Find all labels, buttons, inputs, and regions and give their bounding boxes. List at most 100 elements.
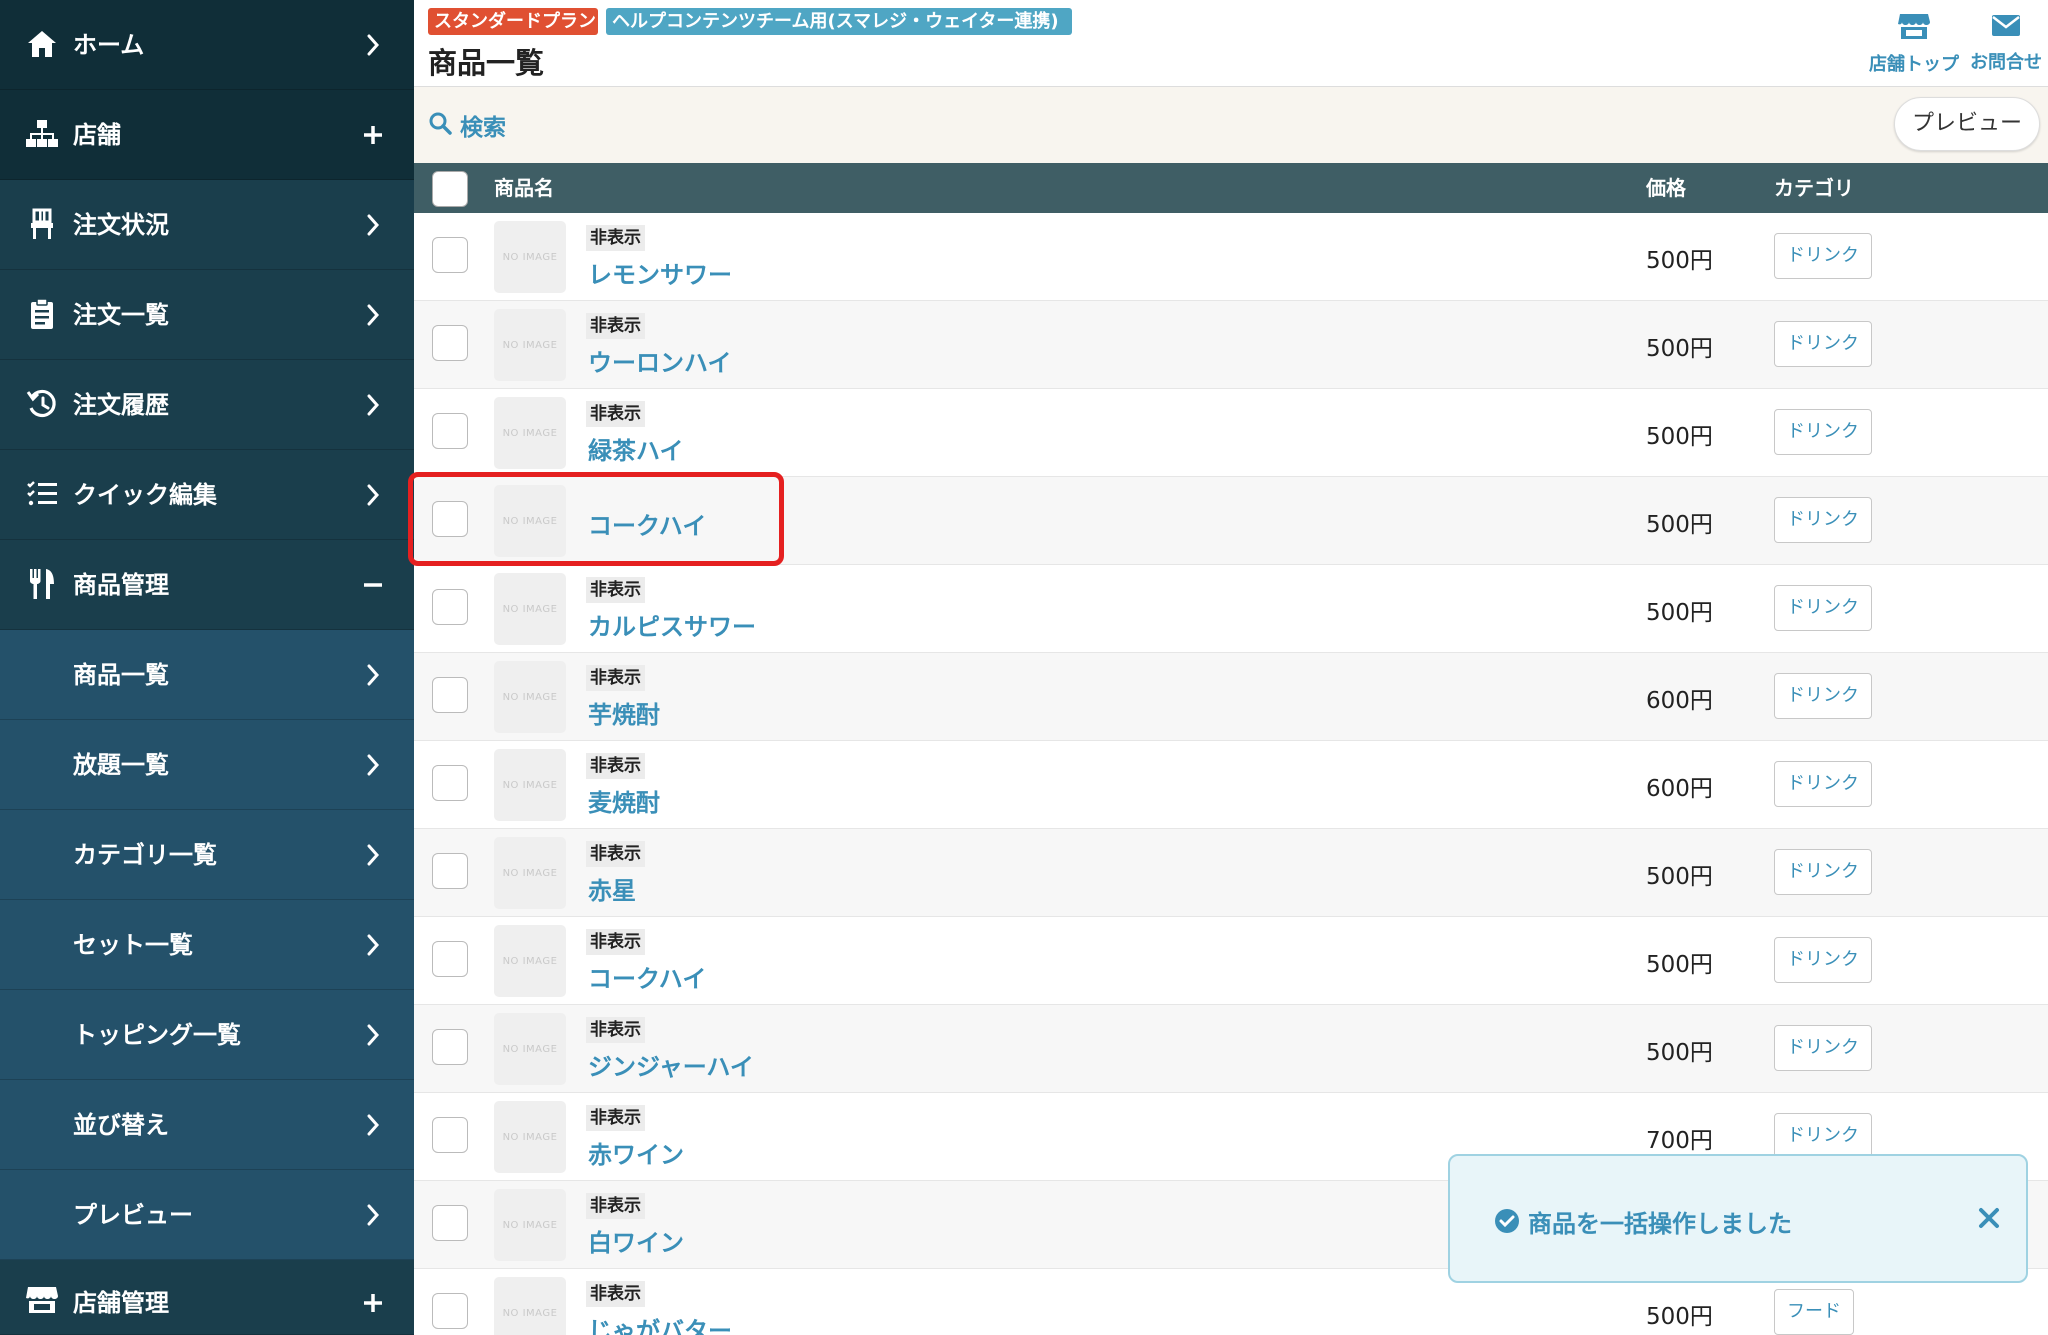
- hidden-badge: 非表示: [586, 753, 645, 779]
- product-name-link[interactable]: 赤星: [588, 871, 636, 906]
- sidebar-item-label: 注文履歴: [73, 391, 169, 419]
- page-header: スタンダードプラン ヘルプコンテンツチーム用(スマレジ・ウェイター連携) 商品一…: [414, 0, 2048, 87]
- no-image-thumbnail: NO IMAGE: [494, 397, 566, 469]
- category-badge: ドリンク: [1774, 673, 1872, 719]
- chevron-right-icon: [358, 390, 388, 420]
- column-header-category: カテゴリ: [1774, 176, 1854, 200]
- search-toggle[interactable]: 検索: [428, 109, 506, 141]
- sidebar-item-preview[interactable]: プレビュー: [0, 1170, 414, 1260]
- plus-icon: [358, 120, 388, 150]
- product-name-link[interactable]: 白ワイン: [588, 1223, 684, 1258]
- store-top-button[interactable]: 店舗トップ: [1864, 12, 1964, 75]
- sidebar-item-store[interactable]: 店舗: [0, 90, 414, 180]
- product-name-link[interactable]: 赤ワイン: [588, 1135, 684, 1170]
- row-checkbox[interactable]: [432, 1029, 468, 1065]
- no-image-thumbnail: NO IMAGE: [494, 837, 566, 909]
- row-checkbox[interactable]: [432, 941, 468, 977]
- product-name-link[interactable]: カルピスサワー: [588, 607, 756, 642]
- product-price: 600円: [1646, 688, 1713, 714]
- product-price: 600円: [1646, 776, 1713, 802]
- product-name-link[interactable]: 緑茶ハイ: [588, 431, 684, 466]
- hidden-badge: 非表示: [586, 1193, 645, 1219]
- product-name-link[interactable]: じゃがバター: [588, 1311, 732, 1335]
- sidebar-item-order-history[interactable]: 注文履歴: [0, 360, 414, 450]
- store-icon: [24, 1282, 60, 1318]
- product-name-link[interactable]: ウーロンハイ: [588, 343, 732, 378]
- sidebar-item-product-list[interactable]: 商品一覧: [0, 630, 414, 720]
- category-badge: ドリンク: [1774, 761, 1872, 807]
- list-check-icon: [24, 476, 60, 512]
- success-toast: 商品を一括操作しました: [1448, 1154, 2028, 1283]
- product-name-link[interactable]: ジンジャーハイ: [588, 1047, 754, 1082]
- table-row: NO IMAGE 非表示 ジンジャーハイ 500円 ドリンク: [414, 1005, 2048, 1093]
- product-name-link[interactable]: 芋焼酎: [588, 695, 660, 730]
- search-bar: 検索 プレビュー: [414, 87, 2048, 163]
- sidebar-item-sort[interactable]: 並び替え: [0, 1080, 414, 1170]
- row-checkbox[interactable]: [432, 325, 468, 361]
- product-name-link[interactable]: 麦焼酎: [588, 783, 660, 818]
- plus-icon: [358, 1288, 388, 1318]
- table-row: NO IMAGE 非表示 芋焼酎 600円 ドリンク: [414, 653, 2048, 741]
- row-checkbox[interactable]: [432, 677, 468, 713]
- product-price: 500円: [1646, 336, 1713, 362]
- row-checkbox[interactable]: [432, 1117, 468, 1153]
- sidebar-item-home[interactable]: ホーム: [0, 0, 414, 90]
- sidebar-item-label: 商品管理: [73, 571, 169, 599]
- sidebar-item-label: 注文状況: [73, 211, 169, 239]
- row-checkbox[interactable]: [432, 1205, 468, 1241]
- category-badge: ドリンク: [1774, 1113, 1872, 1159]
- sidebar-item-order-list[interactable]: 注文一覧: [0, 270, 414, 360]
- sidebar-item-product-management[interactable]: 商品管理: [0, 540, 414, 630]
- row-checkbox[interactable]: [432, 853, 468, 889]
- no-image-thumbnail: NO IMAGE: [494, 749, 566, 821]
- select-all-checkbox[interactable]: [432, 171, 468, 207]
- category-badge: ドリンク: [1774, 1025, 1872, 1071]
- sidebar-item-all-you-can-list[interactable]: 放題一覧: [0, 720, 414, 810]
- sidebar-item-label: 商品一覧: [73, 661, 169, 689]
- close-icon: [1976, 1207, 2002, 1234]
- category-badge: ドリンク: [1774, 233, 1872, 279]
- sidebar-item-category-list[interactable]: カテゴリ一覧: [0, 810, 414, 900]
- hidden-badge: 非表示: [586, 225, 645, 251]
- chevron-right-icon: [358, 30, 388, 60]
- row-checkbox[interactable]: [432, 765, 468, 801]
- row-checkbox[interactable]: [432, 237, 468, 273]
- sidebar-item-quick-edit[interactable]: クイック編集: [0, 450, 414, 540]
- table-header: 商品名 価格 カテゴリ: [414, 163, 2048, 213]
- category-badge: ドリンク: [1774, 849, 1872, 895]
- product-price: 700円: [1646, 1128, 1713, 1154]
- store-icon: [1897, 12, 1931, 44]
- product-price: 500円: [1646, 512, 1713, 538]
- row-checkbox[interactable]: [432, 413, 468, 449]
- plan-badge: スタンダードプラン: [428, 8, 598, 35]
- sidebar-item-store-management[interactable]: 店舗管理: [0, 1260, 414, 1335]
- toast-close-button[interactable]: [1974, 1204, 2004, 1234]
- row-checkbox[interactable]: [432, 589, 468, 625]
- preview-button[interactable]: プレビュー: [1894, 97, 2040, 151]
- check-circle-icon: [1494, 1208, 1520, 1234]
- team-badge: ヘルプコンテンツチーム用(スマレジ・ウェイター連携): [606, 8, 1072, 35]
- no-image-thumbnail: NO IMAGE: [494, 1277, 566, 1335]
- sidebar-item-topping-list[interactable]: トッピング一覧: [0, 990, 414, 1080]
- chair-icon: [24, 206, 60, 242]
- hidden-badge: 非表示: [586, 665, 645, 691]
- product-price: 500円: [1646, 600, 1713, 626]
- product-name-link[interactable]: レモンサワー: [588, 255, 732, 290]
- category-badge: フード: [1774, 1289, 1854, 1335]
- contact-button[interactable]: お問合せ: [1966, 12, 2046, 73]
- table-row: NO IMAGE 非表示 ウーロンハイ 500円 ドリンク: [414, 301, 2048, 389]
- sidebar-item-order-status[interactable]: 注文状況: [0, 180, 414, 270]
- sidebar-item-label: ホーム: [73, 31, 145, 59]
- chevron-right-icon: [358, 210, 388, 240]
- row-checkbox[interactable]: [432, 1293, 468, 1329]
- home-icon: [24, 26, 60, 62]
- sidebar: ホーム 店舗 注文状況 注文一覧 注文履歴 クイック編集 商品管理 商品一覧 放…: [0, 0, 414, 1335]
- no-image-thumbnail: NO IMAGE: [494, 1013, 566, 1085]
- sidebar-item-set-list[interactable]: セット一覧: [0, 900, 414, 990]
- table-row: NO IMAGE 非表示 レモンサワー 500円 ドリンク: [414, 213, 2048, 301]
- product-name-link[interactable]: コークハイ: [588, 959, 706, 994]
- product-price: 500円: [1646, 864, 1713, 890]
- chevron-right-icon: [358, 930, 388, 960]
- chevron-right-icon: [358, 1110, 388, 1140]
- product-price: 500円: [1646, 424, 1713, 450]
